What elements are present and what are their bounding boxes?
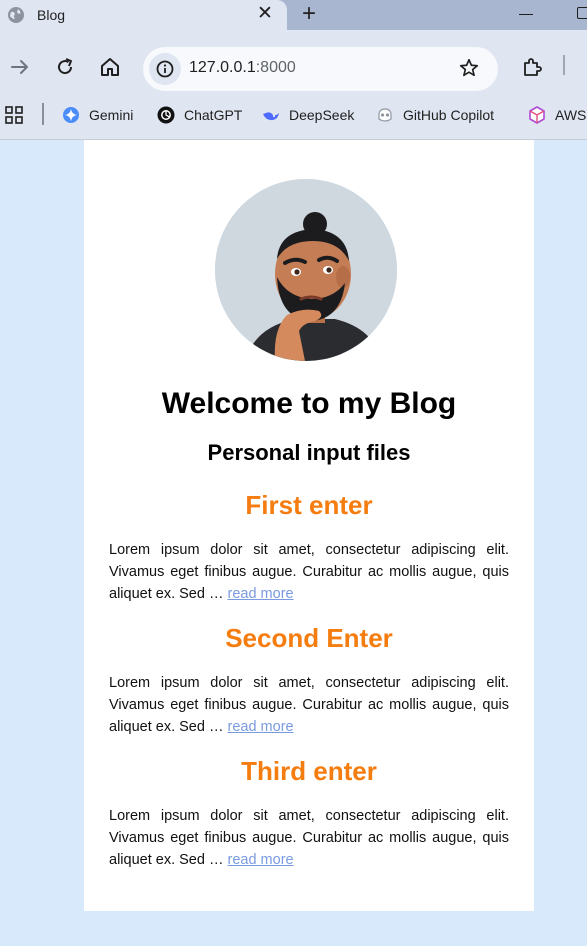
bookmark-chatgpt[interactable]: ChatGPT — [157, 105, 242, 125]
post-excerpt: Lorem ipsum dolor sit amet, consectetur … — [109, 672, 509, 738]
post-excerpt-text: Lorem ipsum dolor sit amet, consectetur … — [109, 542, 509, 602]
profile-avatar — [215, 179, 397, 361]
bookmark-label: DeepSeek — [289, 107, 355, 123]
site-info-button[interactable] — [149, 53, 181, 85]
tab-strip: Blog ✕ + — [0, 0, 587, 30]
avatar-illustration — [215, 179, 397, 361]
home-icon[interactable] — [98, 55, 122, 79]
forward-arrow-icon[interactable] — [8, 55, 32, 79]
deepseek-icon — [263, 112, 279, 121]
post-title: First enter — [245, 490, 373, 520]
read-more-link[interactable]: read more — [228, 852, 294, 868]
post-title: Third enter — [241, 756, 377, 786]
url-port: :8000 — [255, 59, 296, 76]
address-bar[interactable]: 127.0.0.1:8000 — [143, 47, 498, 91]
minimize-window-button[interactable] — [519, 14, 533, 15]
close-tab-icon[interactable]: ✕ — [257, 3, 273, 25]
copilot-icon — [378, 108, 392, 122]
browser-toolbar: 127.0.0.1:8000 — [0, 30, 587, 92]
reload-icon[interactable] — [53, 55, 77, 79]
info-icon — [156, 60, 174, 78]
bookmark-gemini[interactable]: Gemini — [62, 105, 133, 125]
extensions-puzzle-icon[interactable] — [520, 55, 544, 79]
bookmark-aws[interactable]: AWS — [528, 105, 586, 125]
tab-title: Blog — [37, 7, 66, 23]
url-host: 127.0.0.1 — [189, 59, 256, 76]
bookmark-label: AWS — [555, 107, 587, 123]
globe-icon — [8, 7, 24, 23]
post-excerpt-text: Lorem ipsum dolor sit amet, consectetur … — [109, 675, 509, 735]
toolbar-divider — [563, 55, 565, 75]
read-more-link[interactable]: read more — [228, 586, 294, 602]
new-tab-button[interactable]: + — [302, 1, 316, 27]
post-title: Second Enter — [225, 623, 393, 653]
bookmark-label: Gemini — [89, 107, 134, 123]
blog-container: Welcome to my Blog Personal input files … — [84, 140, 534, 911]
bookmarks-bar: Gemini ChatGPT DeepSeek GitHub Copilot A… — [0, 92, 587, 140]
post-excerpt: Lorem ipsum dolor sit amet, consectetur … — [109, 805, 509, 871]
bookmark-label: GitHub Copilot — [403, 107, 495, 123]
bookmark-star-icon[interactable] — [458, 57, 480, 79]
url-text: 127.0.0.1:8000 — [189, 59, 296, 77]
bookmark-deepseek[interactable]: DeepSeek — [262, 105, 354, 125]
post-excerpt: Lorem ipsum dolor sit amet, consectetur … — [109, 539, 509, 605]
bookmarks-divider — [42, 103, 44, 125]
page-title: Welcome to my Blog — [161, 387, 457, 420]
chatgpt-icon — [157, 106, 175, 124]
apps-grid-icon[interactable] — [5, 106, 23, 124]
post-excerpt-text: Lorem ipsum dolor sit amet, consectetur … — [109, 808, 509, 868]
active-tab[interactable]: Blog ✕ — [0, 0, 287, 30]
aws-icon — [529, 106, 545, 124]
gemini-icon — [63, 107, 79, 123]
maximize-window-button[interactable] — [577, 7, 587, 19]
bookmark-label: ChatGPT — [184, 107, 243, 123]
read-more-link[interactable]: read more — [228, 719, 294, 735]
bookmark-github-copilot[interactable]: GitHub Copilot — [376, 105, 494, 125]
page-subtitle: Personal input files — [207, 440, 411, 465]
